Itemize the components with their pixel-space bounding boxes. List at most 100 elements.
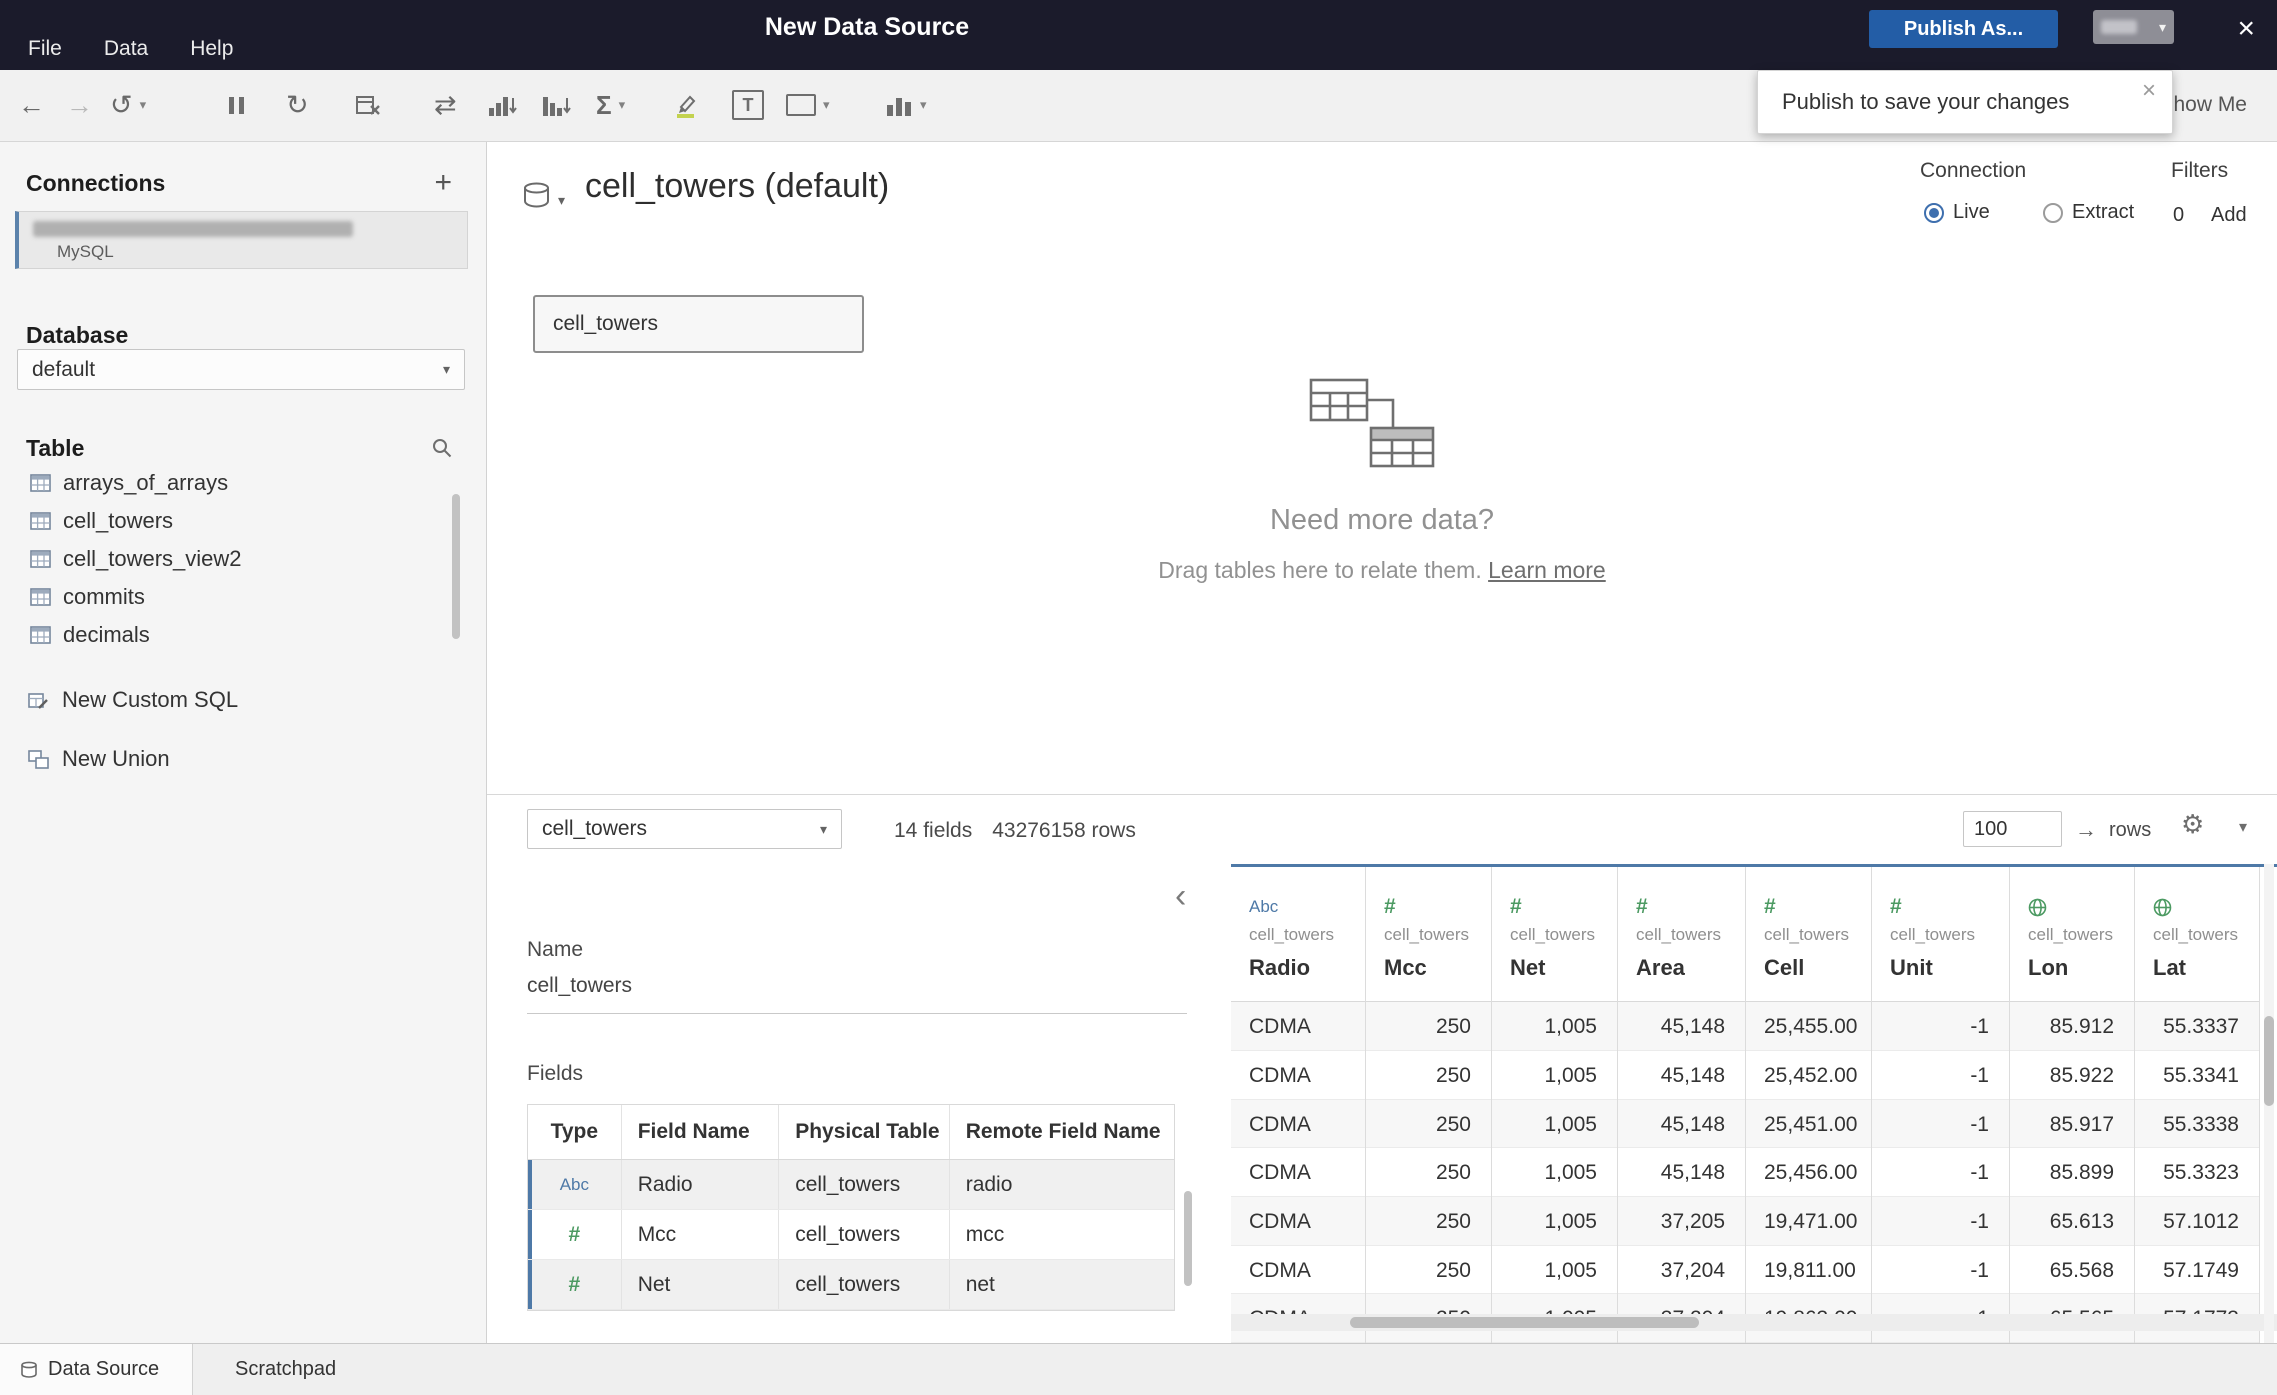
number-type-icon: # [568, 1222, 581, 1246]
canvas-table-node[interactable]: cell_towers [533, 295, 864, 353]
show-mark-labels-button[interactable]: T [732, 70, 764, 140]
collapse-metadata-button[interactable]: ‹ [1175, 879, 1186, 913]
cell: CDMA [1231, 1002, 1365, 1051]
preview-vertical-scrollbar[interactable] [2264, 864, 2274, 1343]
column-header-area[interactable]: # cell_towers Area [1618, 867, 1745, 1003]
name-value-field[interactable]: cell_towers [527, 974, 632, 998]
field-row-radio[interactable]: Abc Radio cell_towers radio [528, 1160, 1174, 1210]
clear-sheet-button[interactable] [356, 70, 381, 140]
cell: 85.917 [2010, 1099, 2134, 1149]
tooltip-close-icon[interactable]: × [2142, 79, 2156, 103]
gear-icon[interactable]: ⚙ [2181, 809, 2204, 840]
preview-table-select[interactable]: cell_towers ▾ [527, 809, 842, 849]
window-close-button[interactable]: × [2237, 14, 2255, 44]
tab-scratchpad[interactable]: Scratchpad [215, 1344, 356, 1395]
row-limit-input[interactable] [1963, 811, 2062, 847]
cell: 37,205 [1618, 1196, 1745, 1246]
undo-button[interactable]: ← [18, 70, 45, 140]
new-union-button[interactable]: New Union [0, 740, 170, 778]
radio-selected-icon [1924, 202, 1944, 223]
cell: 65.568 [2010, 1246, 2134, 1295]
table-list-scrollbar-thumb[interactable] [452, 494, 460, 639]
menubar: File Data Help [28, 37, 233, 61]
col-field-name: Field Name [622, 1105, 780, 1159]
sigma-icon: Σ [596, 89, 612, 120]
chevron-down-icon[interactable]: ▾ [2239, 817, 2247, 837]
apply-row-limit-button[interactable]: → [2075, 817, 2097, 843]
tooltip-text: Publish to save your changes [1782, 89, 2070, 114]
table-item-arrays-of-arrays[interactable]: arrays_of_arrays [0, 464, 486, 502]
table-item-decimals[interactable]: decimals [0, 616, 486, 654]
search-icon[interactable] [432, 438, 452, 458]
sort-descending-button[interactable] [542, 70, 571, 140]
data-source-tab-icon [21, 1361, 37, 1378]
new-custom-sql-button[interactable]: New Custom SQL [0, 681, 238, 719]
tab-data-source[interactable]: Data Source [0, 1344, 193, 1395]
table-item-cell-towers[interactable]: cell_towers [0, 502, 486, 540]
cell: 45,148 [1618, 1002, 1745, 1051]
string-type-icon: Abc [1249, 897, 1279, 916]
redacted-username [2101, 20, 2137, 34]
fields-count: 14 fields [894, 819, 973, 842]
remote-field-cell: radio [965, 1172, 1013, 1196]
learn-more-link[interactable]: Learn more [1488, 557, 1606, 583]
column-name: Radio [1249, 955, 1311, 980]
totals-button[interactable]: Σ ▾ [596, 70, 625, 140]
sort-ascending-button[interactable] [488, 70, 517, 140]
column-header-unit[interactable]: # cell_towers Unit [1872, 867, 2009, 1003]
database-select[interactable]: default ▾ [17, 349, 465, 390]
highlight-button[interactable] [674, 70, 697, 140]
preview-horizontal-scrollbar[interactable] [1231, 1314, 2277, 1331]
column-source: cell_towers [1636, 925, 1722, 944]
column-source: cell_towers [2153, 925, 2239, 944]
field-row-mcc[interactable]: # Mcc cell_towers mcc [528, 1210, 1174, 1260]
fit-icon [786, 94, 816, 116]
field-row-net[interactable]: # Net cell_towers net [528, 1260, 1174, 1310]
horizontal-scrollbar-thumb[interactable] [1350, 1317, 1699, 1328]
table-icon [30, 550, 51, 568]
filters-add-link[interactable]: Add [2211, 204, 2247, 227]
menu-file[interactable]: File [28, 37, 62, 61]
column-header-lon[interactable]: cell_towers Lon [2010, 867, 2134, 1003]
table-item-cell-towers-view2[interactable]: cell_towers_view2 [0, 540, 486, 578]
new-union-label: New Union [62, 746, 170, 771]
table-item-commits[interactable]: commits [0, 578, 486, 616]
column-header-lat[interactable]: cell_towers Lat [2135, 867, 2259, 1003]
column-name: Lon [2028, 955, 2069, 980]
column-header-cell[interactable]: # cell_towers Cell [1746, 867, 1871, 1003]
cell: 1,005 [1492, 1051, 1617, 1100]
connection-item[interactable]: MySQL [15, 211, 468, 269]
replay-button[interactable]: ↺ ▾ [110, 70, 146, 140]
table-item-label: decimals [63, 622, 150, 647]
column-header-net[interactable]: # cell_towers Net [1492, 867, 1617, 1003]
fit-dropdown[interactable]: ▾ [786, 70, 830, 140]
redo-button[interactable]: → [66, 70, 93, 140]
pause-auto-updates-button[interactable] [228, 70, 245, 140]
connection-live-radio[interactable]: Live [1924, 201, 1990, 224]
publish-as-button[interactable]: Publish As... [1869, 10, 2058, 48]
menu-help[interactable]: Help [190, 37, 233, 61]
connection-extract-radio[interactable]: Extract [2043, 201, 2134, 224]
cell: CDMA [1231, 1196, 1365, 1246]
cell: 19,811.00 [1746, 1246, 1871, 1295]
cell: 250 [1366, 1196, 1491, 1246]
column-header-radio[interactable]: Abc cell_towers Radio [1231, 867, 1365, 1003]
preview-column-net: # cell_towers Net 1,005 1,005 1,005 1,00… [1492, 867, 1618, 1343]
user-menu-button[interactable]: ▾ [2093, 10, 2174, 44]
run-update-button[interactable]: ↻ [286, 70, 309, 140]
vertical-scrollbar-thumb[interactable] [2264, 1016, 2274, 1106]
menu-data[interactable]: Data [104, 37, 148, 61]
column-source: cell_towers [1249, 925, 1335, 944]
add-connection-button[interactable]: + [434, 168, 452, 198]
preview-column-area: # cell_towers Area 45,148 45,148 45,148 … [1618, 867, 1746, 1343]
publish-tooltip: Publish to save your changes × [1757, 70, 2173, 134]
fields-scrollbar-thumb[interactable] [1184, 1191, 1192, 1286]
datasource-icon-dropdown[interactable]: ▾ [521, 181, 565, 209]
cell: 1,005 [1492, 1196, 1617, 1246]
swap-rows-columns-button[interactable]: ⇄ [434, 70, 457, 140]
filters-label: Filters [2171, 159, 2229, 182]
column-header-mcc[interactable]: # cell_towers Mcc [1366, 867, 1491, 1003]
tab-label: Scratchpad [235, 1358, 337, 1380]
preview-table-value: cell_towers [542, 817, 648, 840]
show-me-chart-button[interactable]: ▾ [886, 70, 927, 140]
